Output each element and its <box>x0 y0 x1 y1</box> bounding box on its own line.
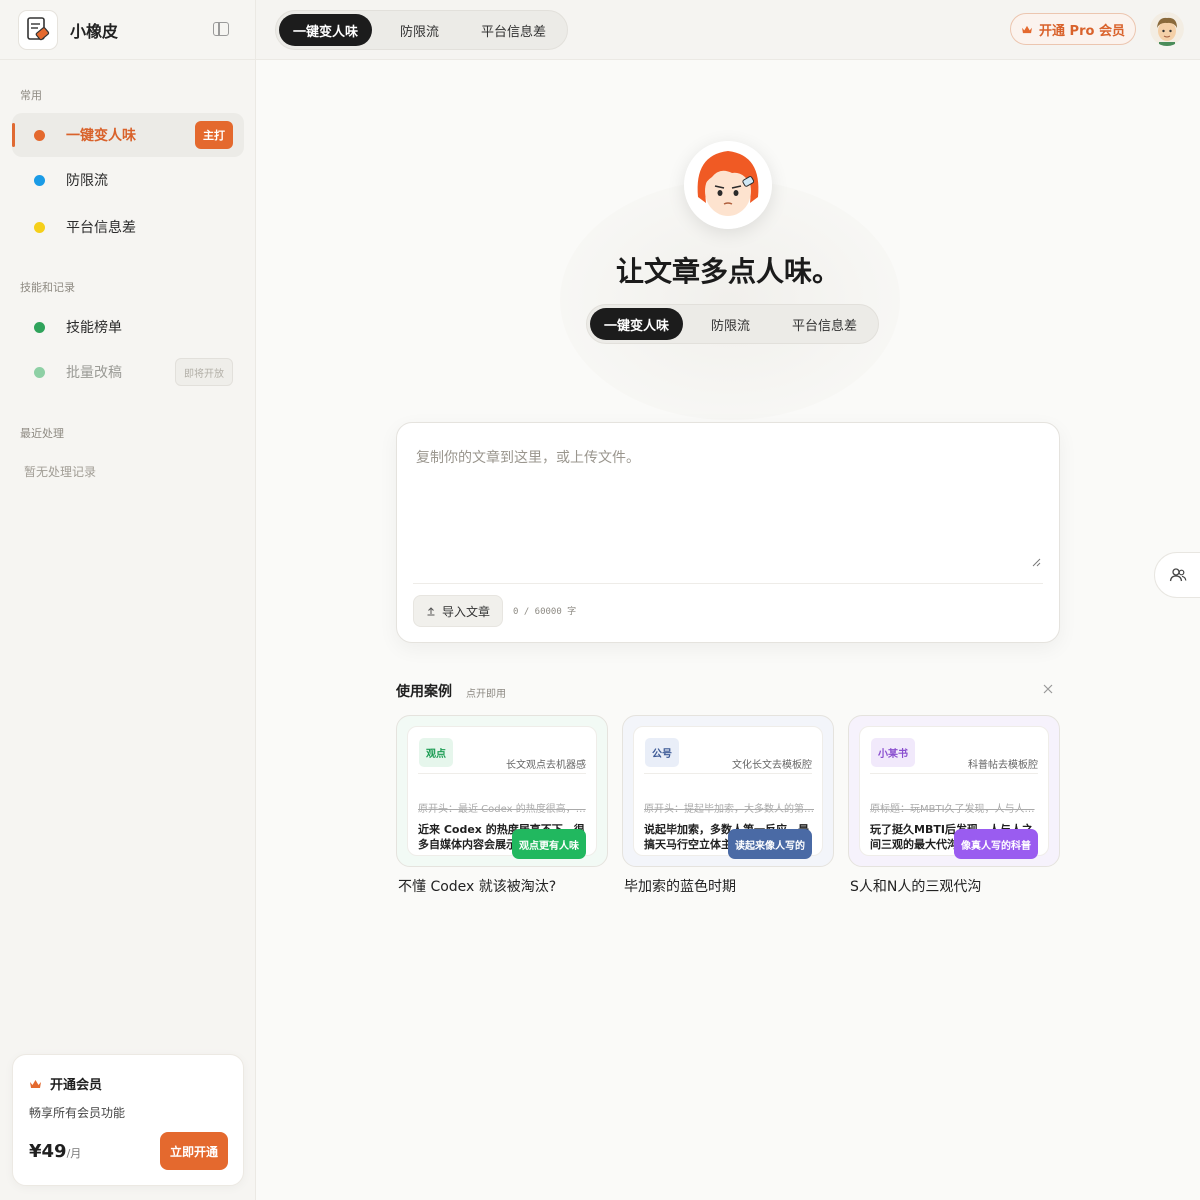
case-result-badge: 观点更有人味 <box>512 829 586 859</box>
sidebar-toggle-icon[interactable] <box>213 22 229 36</box>
status-dot-icon <box>34 129 45 141</box>
case-result-badge: 像真人写的科普 <box>954 829 1038 859</box>
cases-subtitle: 点开即用 <box>466 689 506 700</box>
article-editor: 复制你的文章到这里，或上传文件。 导入文章 0 / 60000 字 <box>396 422 1060 643</box>
case-card-picasso[interactable]: 公号 文化长文去模板腔 原开头：提起毕加索，大多数人的第… 说起毕加索，多数人第… <box>622 715 834 867</box>
case-description: 文化长文去模板腔 <box>732 760 812 771</box>
subscribe-button[interactable]: 立即开通 <box>160 1132 228 1170</box>
membership-subtitle: 畅享所有会员功能 <box>29 1106 126 1120</box>
char-counter: 0 / 60000 字 <box>513 607 577 617</box>
membership-card: 开通会员 畅享所有会员功能 ¥49/月 立即开通 <box>12 1054 244 1186</box>
section-title-common: 常用 <box>20 89 42 102</box>
top-tabs: 一键变人味 防限流 平台信息差 <box>275 10 569 50</box>
pro-button-label: 开通 Pro 会员 <box>1039 23 1125 39</box>
price-value: ¥49 <box>29 1141 67 1162</box>
tab-platform-gap[interactable]: 平台信息差 <box>467 14 560 46</box>
case-card-codex[interactable]: 观点 长文观点去机器感 原开头：最近 Codex 的热度很高，… 近来 Code… <box>396 715 608 867</box>
sidebar-item-label: 一键变人味 <box>66 128 136 144</box>
sidebar: 小橡皮 常用 一键变人味 主打 防限流 平台信息差 技能和记录 技能榜单 批量改… <box>0 0 256 1200</box>
case-tag: 小某书 <box>871 738 915 767</box>
case-divider <box>418 773 586 774</box>
sidebar-item-platform-gap[interactable]: 平台信息差 <box>12 205 244 249</box>
case-original-text: 原开头：最近 Codex 的热度很高，… <box>418 804 586 815</box>
sidebar-item-humanize[interactable]: 一键变人味 主打 <box>12 113 244 157</box>
sidebar-item-label: 批量改稿 <box>66 365 122 381</box>
case-card-mbti[interactable]: 小某书 科普帖去模板腔 原标题：玩MBTI久了发现，人与人… 玩了挺久MBTI后… <box>848 715 1060 867</box>
case-caption[interactable]: S人和N人的三观代沟 <box>850 876 981 896</box>
membership-title: 开通会员 <box>29 1074 102 1093</box>
import-article-button[interactable]: 导入文章 <box>413 595 503 627</box>
mode-tab-platform-gap[interactable]: 平台信息差 <box>778 308 871 340</box>
case-preview: 小某书 科普帖去模板腔 原标题：玩MBTI久了发现，人与人… 玩了挺久MBTI后… <box>859 726 1049 859</box>
mascot-avatar <box>684 141 772 229</box>
case-description: 长文观点去机器感 <box>506 760 586 771</box>
case-divider <box>644 773 812 774</box>
case-original-text: 原标题：玩MBTI久了发现，人与人… <box>870 804 1035 815</box>
status-dot-icon <box>34 366 45 378</box>
section-title-recent: 最近处理 <box>20 427 64 440</box>
sidebar-item-batch-edit: 批量改稿 即将开放 <box>12 350 244 394</box>
upload-icon <box>427 607 435 616</box>
sidebar-item-anti-throttle[interactable]: 防限流 <box>12 158 244 202</box>
status-dot-icon <box>34 174 45 186</box>
page-headline: 让文章多点人味。 <box>615 255 840 288</box>
coming-soon-badge: 即将开放 <box>175 358 233 386</box>
top-bar: 一键变人味 防限流 平台信息差 开通 Pro 会员 <box>256 0 1200 60</box>
featured-badge: 主打 <box>195 121 233 149</box>
brand: 小橡皮 <box>0 0 255 60</box>
case-original-text: 原开头：提起毕加索，大多数人的第… <box>644 804 814 815</box>
close-icon[interactable] <box>1041 682 1055 696</box>
section-title-skills: 技能和记录 <box>20 281 75 294</box>
pro-membership-button[interactable]: 开通 Pro 会员 <box>1010 13 1136 45</box>
case-caption[interactable]: 毕加索的蓝色时期 <box>624 876 736 896</box>
import-button-label: 导入文章 <box>441 604 490 619</box>
sidebar-item-label: 防限流 <box>66 173 108 189</box>
sidebar-item-skill-ranking[interactable]: 技能榜单 <box>12 305 244 349</box>
crown-icon <box>1022 25 1032 33</box>
resize-handle-icon[interactable] <box>1031 557 1041 567</box>
case-preview: 公号 文化长文去模板腔 原开头：提起毕加索，大多数人的第… 说起毕加索，多数人第… <box>633 726 823 859</box>
case-tag: 公号 <box>645 738 679 767</box>
price-period: /月 <box>66 1147 82 1160</box>
tab-anti-throttle[interactable]: 防限流 <box>386 14 453 46</box>
users-icon <box>1169 568 1187 582</box>
mode-tabs: 一键变人味 防限流 平台信息差 <box>586 304 880 344</box>
editor-divider <box>413 583 1043 584</box>
case-caption[interactable]: 不懂 Codex 就该被淘汰? <box>398 876 556 896</box>
sidebar-item-label: 平台信息差 <box>66 220 136 236</box>
membership-price: ¥49/月 <box>29 1141 81 1162</box>
tab-humanize[interactable]: 一键变人味 <box>279 14 373 46</box>
cases-title: 使用案例 <box>396 684 452 700</box>
recent-empty-text: 暂无处理记录 <box>24 465 97 479</box>
status-dot-icon <box>34 221 45 233</box>
mode-tab-anti-throttle[interactable]: 防限流 <box>697 308 764 340</box>
status-dot-icon <box>34 321 45 333</box>
case-preview: 观点 长文观点去机器感 原开头：最近 Codex 的热度很高，… 近来 Code… <box>407 726 597 859</box>
app-name: 小橡皮 <box>70 21 119 41</box>
app-logo-icon <box>18 9 58 50</box>
case-tag: 观点 <box>419 738 453 767</box>
case-result-badge: 读起来像人写的 <box>728 829 812 859</box>
membership-title-text: 开通会员 <box>50 1078 103 1093</box>
user-avatar[interactable] <box>1150 12 1184 46</box>
article-input[interactable]: 复制你的文章到这里，或上传文件。 <box>416 447 640 467</box>
community-float-button[interactable] <box>1154 552 1200 598</box>
crown-icon <box>30 1079 41 1088</box>
case-description: 科普帖去模板腔 <box>968 760 1038 771</box>
sidebar-item-label: 技能榜单 <box>66 320 122 336</box>
mode-tab-humanize[interactable]: 一键变人味 <box>590 308 684 340</box>
case-divider <box>870 773 1038 774</box>
